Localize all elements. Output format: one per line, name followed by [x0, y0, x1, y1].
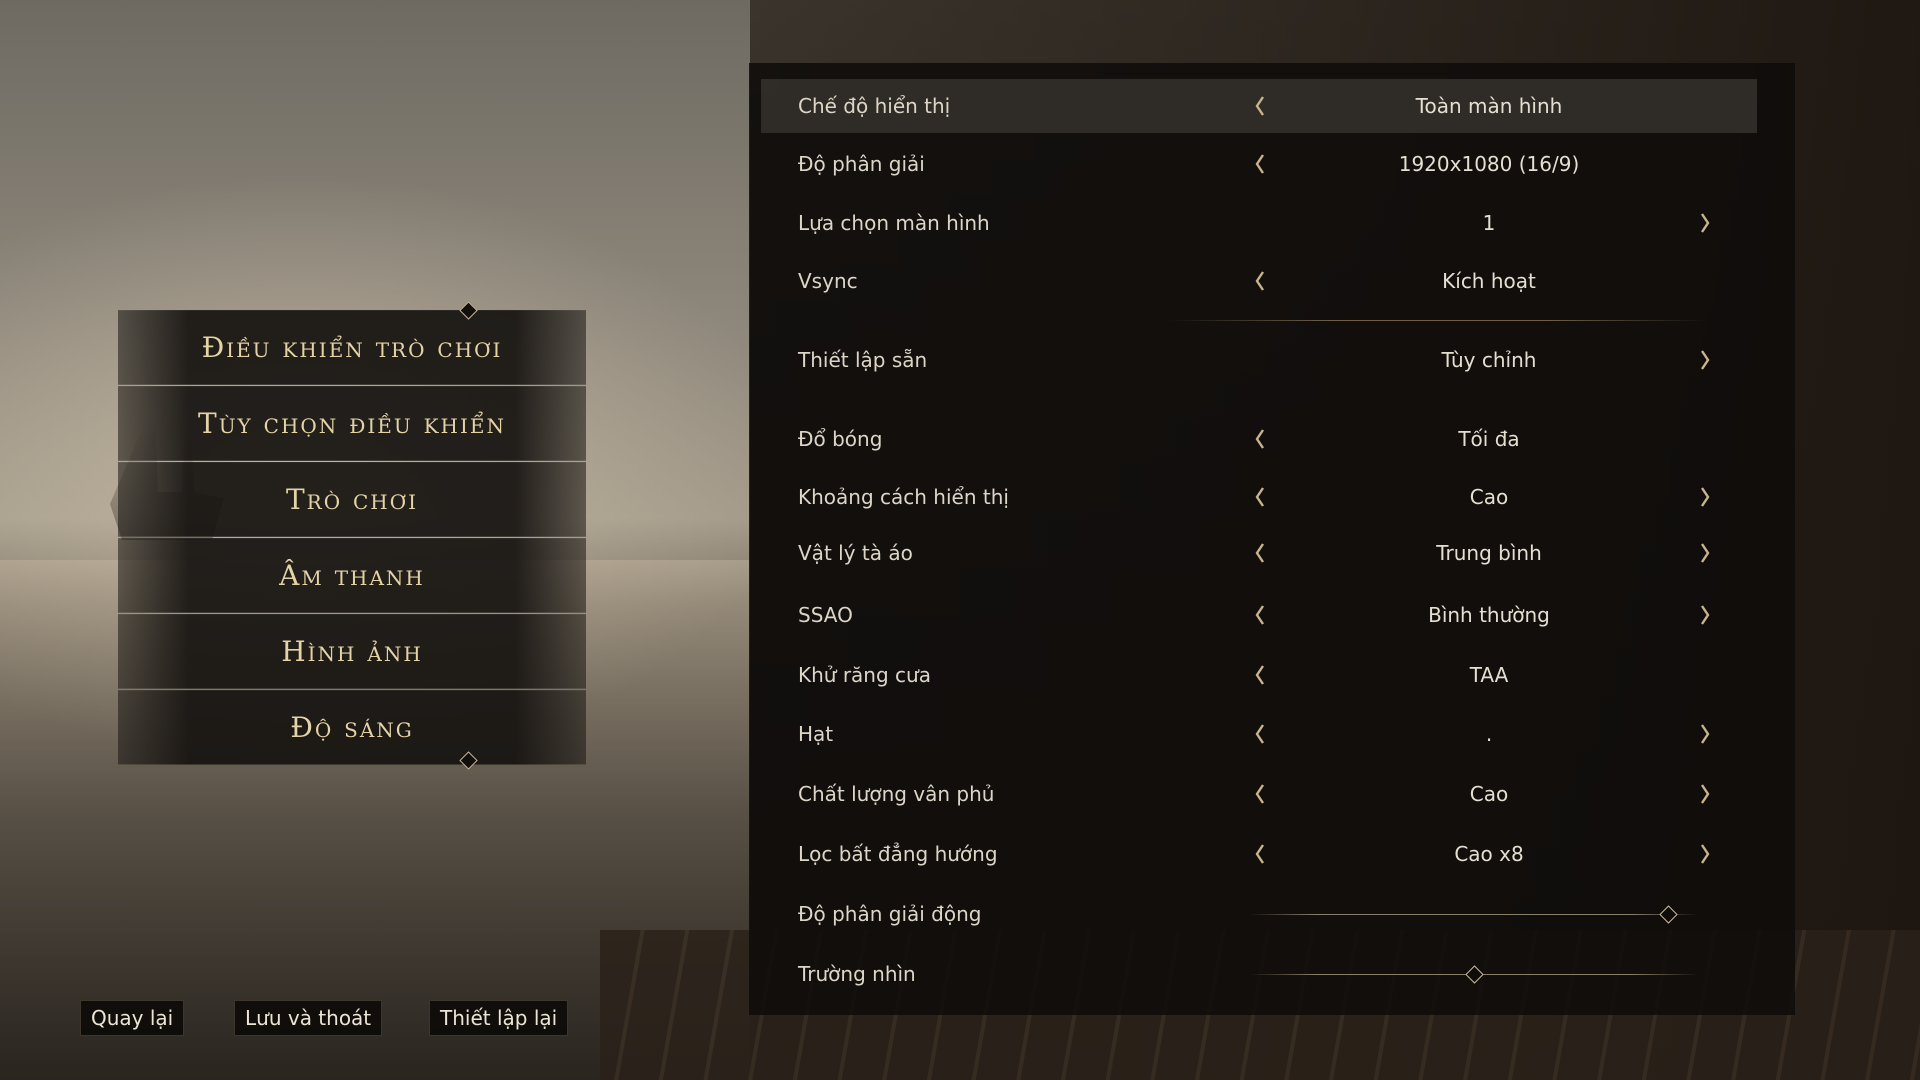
arrow-left-icon[interactable]: [1254, 427, 1266, 451]
setting-label: Lựa chọn màn hình: [798, 211, 990, 235]
arrow-right-icon[interactable]: [1699, 603, 1711, 627]
setting-label: Lọc bất đẳng hướng: [798, 842, 998, 866]
menu-item-gameplay[interactable]: Trò chơi: [118, 462, 586, 537]
setting-label: Vật lý tà áo: [798, 541, 913, 565]
arrow-right-icon[interactable]: [1699, 485, 1711, 509]
setting-value: Tối đa: [1458, 427, 1520, 451]
setting-row-display-mode[interactable]: Chế độ hiển thị Toàn màn hình: [761, 79, 1757, 133]
setting-label: Độ phân giải động: [798, 902, 982, 926]
arrow-right-icon[interactable]: [1699, 842, 1711, 866]
setting-label: Chế độ hiển thị: [798, 94, 951, 118]
slider-knob[interactable]: [1465, 965, 1484, 984]
setting-value: Kích hoạt: [1442, 269, 1536, 293]
arrow-left-icon[interactable]: [1254, 722, 1266, 746]
setting-row-view-distance[interactable]: Khoảng cách hiển thị Cao: [749, 470, 1749, 524]
arrow-right-icon[interactable]: [1699, 541, 1711, 565]
setting-row-resolution[interactable]: Độ phân giải 1920x1080 (16/9): [749, 137, 1749, 191]
menu-item-audio[interactable]: Âm thanh: [118, 538, 586, 613]
slider-track[interactable]: [1249, 914, 1699, 915]
arrow-left-icon[interactable]: [1254, 269, 1266, 293]
menu-item-label: Điều khiển trò chơi: [201, 330, 503, 364]
setting-row-vsync[interactable]: Vsync Kích hoạt: [749, 254, 1749, 308]
setting-value: Tùy chỉnh: [1441, 348, 1537, 372]
arrow-left-icon[interactable]: [1254, 152, 1266, 176]
setting-label: Độ phân giải: [798, 152, 925, 176]
setting-row-cloth-physics[interactable]: Vật lý tà áo Trung bình: [749, 526, 1749, 580]
setting-value: Cao: [1469, 485, 1509, 509]
section-divider: [1169, 320, 1709, 321]
setting-row-preset[interactable]: Thiết lập sẵn Tùy chỉnh: [749, 333, 1749, 387]
menu-item-brightness[interactable]: Độ sáng: [118, 690, 586, 765]
arrow-left-icon[interactable]: [1254, 663, 1266, 687]
menu-item-graphics[interactable]: Hình ảnh: [118, 614, 586, 689]
back-button[interactable]: Quay lại: [80, 1000, 185, 1036]
setting-value: Toàn màn hình: [1415, 94, 1563, 118]
setting-row-anisotropic-filtering[interactable]: Lọc bất đẳng hướng Cao x8: [749, 827, 1749, 881]
arrow-left-icon[interactable]: [1254, 842, 1266, 866]
setting-label: Khử răng cưa: [798, 663, 931, 687]
setting-row-field-of-view[interactable]: Trường nhìn: [749, 947, 1749, 1001]
setting-label: Trường nhìn: [798, 962, 916, 986]
arrow-left-icon[interactable]: [1254, 603, 1266, 627]
arrow-right-icon[interactable]: [1699, 348, 1711, 372]
setting-value: 1920x1080 (16/9): [1398, 152, 1580, 176]
setting-label: SSAO: [798, 603, 853, 627]
arrow-left-icon[interactable]: [1254, 485, 1266, 509]
arrow-left-icon[interactable]: [1254, 94, 1266, 118]
setting-row-texture-quality[interactable]: Chất lượng vân phủ Cao: [749, 767, 1749, 821]
setting-value: Trung bình: [1436, 541, 1542, 565]
graphics-settings-panel: Chế độ hiển thị Toàn màn hình Độ phân gi…: [749, 63, 1795, 1015]
setting-row-ssao[interactable]: SSAO Bình thường: [749, 588, 1749, 642]
setting-value: .: [1485, 722, 1493, 746]
arrow-right-icon[interactable]: [1699, 211, 1711, 235]
slider-knob[interactable]: [1658, 905, 1678, 924]
menu-item-label: Trò chơi: [285, 482, 419, 516]
setting-label: Vsync: [798, 269, 858, 293]
menu-item-control-options[interactable]: Tùy chọn điều khiển: [118, 386, 586, 461]
menu-item-label: Âm thanh: [279, 558, 425, 592]
menu-item-label: Hình ảnh: [281, 634, 423, 668]
setting-label: Thiết lập sẵn: [798, 348, 928, 372]
setting-value: Cao x8: [1454, 842, 1524, 866]
setting-row-shadows[interactable]: Đổ bóng Tối đa: [749, 412, 1749, 466]
arrow-right-icon[interactable]: [1699, 722, 1711, 746]
setting-value: 1: [1482, 211, 1496, 235]
setting-label: Khoảng cách hiển thị: [798, 485, 1009, 509]
setting-row-film-grain[interactable]: Hạt .: [749, 707, 1749, 761]
setting-value: Cao: [1469, 782, 1509, 806]
setting-row-monitor-select[interactable]: Lựa chọn màn hình 1: [749, 196, 1749, 250]
setting-label: Hạt: [798, 722, 834, 746]
reset-button[interactable]: Thiết lập lại: [429, 1000, 569, 1036]
menu-item-label: Tùy chọn điều khiển: [198, 406, 506, 440]
settings-category-menu: Điều khiển trò chơi Tùy chọn điều khiển …: [118, 301, 586, 770]
setting-value: Bình thường: [1428, 603, 1550, 627]
setting-label: Đổ bóng: [798, 427, 883, 451]
save-and-exit-button[interactable]: Lưu và thoát: [234, 1000, 383, 1036]
arrow-left-icon[interactable]: [1254, 541, 1266, 565]
menu-item-label: Độ sáng: [290, 710, 414, 744]
setting-row-dynamic-resolution[interactable]: Độ phân giải động: [749, 887, 1749, 941]
arrow-left-icon[interactable]: [1254, 782, 1266, 806]
setting-row-anti-aliasing[interactable]: Khử răng cưa TAA: [749, 648, 1749, 702]
menu-item-game-controls[interactable]: Điều khiển trò chơi: [118, 310, 586, 385]
setting-label: Chất lượng vân phủ: [798, 782, 995, 806]
setting-value: TAA: [1469, 663, 1509, 687]
arrow-right-icon[interactable]: [1699, 782, 1711, 806]
